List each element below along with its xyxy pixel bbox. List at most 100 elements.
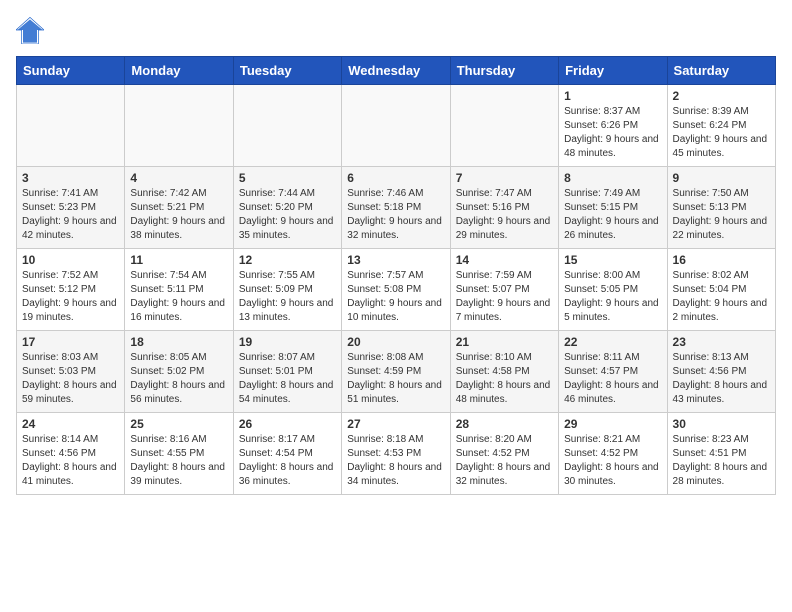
day-number: 10 bbox=[22, 253, 119, 267]
day-cell: 24 Sunrise: 8:14 AM Sunset: 4:56 PM Dayli… bbox=[17, 413, 125, 495]
day-info: Sunrise: 8:21 AM Sunset: 4:52 PM Dayligh… bbox=[564, 433, 661, 489]
day-cell: 11 Sunrise: 7:54 AM Sunset: 5:11 PM Dayli… bbox=[125, 249, 233, 331]
day-info: Sunrise: 7:46 AM Sunset: 5:18 PM Dayligh… bbox=[347, 187, 444, 243]
day-cell: 20 Sunrise: 8:08 AM Sunset: 4:59 PM Dayli… bbox=[342, 331, 450, 413]
day-number: 28 bbox=[456, 417, 553, 431]
day-cell: 9 Sunrise: 7:50 AM Sunset: 5:13 PM Daylig… bbox=[667, 167, 775, 249]
day-number: 24 bbox=[22, 417, 119, 431]
day-number: 29 bbox=[564, 417, 661, 431]
header-sunday: Sunday bbox=[17, 57, 125, 85]
header-saturday: Saturday bbox=[667, 57, 775, 85]
day-cell: 13 Sunrise: 7:57 AM Sunset: 5:08 PM Dayli… bbox=[342, 249, 450, 331]
day-cell: 28 Sunrise: 8:20 AM Sunset: 4:52 PM Dayli… bbox=[450, 413, 558, 495]
day-number: 19 bbox=[239, 335, 336, 349]
day-info: Sunrise: 8:13 AM Sunset: 4:56 PM Dayligh… bbox=[673, 351, 770, 407]
page-header bbox=[16, 16, 776, 44]
day-cell bbox=[17, 85, 125, 167]
day-info: Sunrise: 8:17 AM Sunset: 4:54 PM Dayligh… bbox=[239, 433, 336, 489]
week-row-1: 1 Sunrise: 8:37 AM Sunset: 6:26 PM Daylig… bbox=[17, 85, 776, 167]
day-cell: 17 Sunrise: 8:03 AM Sunset: 5:03 PM Dayli… bbox=[17, 331, 125, 413]
day-info: Sunrise: 7:42 AM Sunset: 5:21 PM Dayligh… bbox=[130, 187, 227, 243]
day-number: 23 bbox=[673, 335, 770, 349]
day-number: 2 bbox=[673, 89, 770, 103]
day-cell: 12Sunrise: 7:55 AM Sunset: 5:09 PM Dayli… bbox=[233, 249, 341, 331]
header-wednesday: Wednesday bbox=[342, 57, 450, 85]
week-row-2: 3 Sunrise: 7:41 AM Sunset: 5:23 PM Daylig… bbox=[17, 167, 776, 249]
day-info: Sunrise: 8:10 AM Sunset: 4:58 PM Dayligh… bbox=[456, 351, 553, 407]
day-cell: 7Sunrise: 7:47 AM Sunset: 5:16 PM Daylig… bbox=[450, 167, 558, 249]
day-number: 7 bbox=[456, 171, 553, 185]
day-number: 30 bbox=[673, 417, 770, 431]
day-number: 26 bbox=[239, 417, 336, 431]
day-number: 5 bbox=[239, 171, 336, 185]
day-info: Sunrise: 8:02 AM Sunset: 5:04 PM Dayligh… bbox=[673, 269, 770, 325]
day-info: Sunrise: 7:59 AM Sunset: 5:07 PM Dayligh… bbox=[456, 269, 553, 325]
day-info: Sunrise: 8:16 AM Sunset: 4:55 PM Dayligh… bbox=[130, 433, 227, 489]
day-cell: 30 Sunrise: 8:23 AM Sunset: 4:51 PM Dayli… bbox=[667, 413, 775, 495]
day-info: Sunrise: 7:57 AM Sunset: 5:08 PM Dayligh… bbox=[347, 269, 444, 325]
calendar: SundayMondayTuesdayWednesdayThursdayFrid… bbox=[16, 56, 776, 495]
day-number: 27 bbox=[347, 417, 444, 431]
day-number: 20 bbox=[347, 335, 444, 349]
day-number: 16 bbox=[673, 253, 770, 267]
day-number: 8 bbox=[564, 171, 661, 185]
day-info: Sunrise: 8:20 AM Sunset: 4:52 PM Dayligh… bbox=[456, 433, 553, 489]
header-thursday: Thursday bbox=[450, 57, 558, 85]
day-cell: 26 Sunrise: 8:17 AM Sunset: 4:54 PM Dayli… bbox=[233, 413, 341, 495]
day-cell: 27 Sunrise: 8:18 AM Sunset: 4:53 PM Dayli… bbox=[342, 413, 450, 495]
week-row-5: 24 Sunrise: 8:14 AM Sunset: 4:56 PM Dayli… bbox=[17, 413, 776, 495]
day-cell: 5 Sunrise: 7:44 AM Sunset: 5:20 PM Daylig… bbox=[233, 167, 341, 249]
day-cell bbox=[450, 85, 558, 167]
day-info: Sunrise: 8:37 AM Sunset: 6:26 PM Dayligh… bbox=[564, 105, 661, 161]
day-info: Sunrise: 7:54 AM Sunset: 5:11 PM Dayligh… bbox=[130, 269, 227, 325]
day-cell: 29 Sunrise: 8:21 AM Sunset: 4:52 PM Dayli… bbox=[559, 413, 667, 495]
day-number: 25 bbox=[130, 417, 227, 431]
day-info: Sunrise: 8:08 AM Sunset: 4:59 PM Dayligh… bbox=[347, 351, 444, 407]
day-info: Sunrise: 8:23 AM Sunset: 4:51 PM Dayligh… bbox=[673, 433, 770, 489]
day-cell: 10Sunrise: 7:52 AM Sunset: 5:12 PM Dayli… bbox=[17, 249, 125, 331]
day-info: Sunrise: 7:41 AM Sunset: 5:23 PM Dayligh… bbox=[22, 187, 119, 243]
day-info: Sunrise: 7:50 AM Sunset: 5:13 PM Dayligh… bbox=[673, 187, 770, 243]
day-cell: 21 Sunrise: 8:10 AM Sunset: 4:58 PM Dayli… bbox=[450, 331, 558, 413]
week-row-3: 10Sunrise: 7:52 AM Sunset: 5:12 PM Dayli… bbox=[17, 249, 776, 331]
day-cell: 4 Sunrise: 7:42 AM Sunset: 5:21 PM Daylig… bbox=[125, 167, 233, 249]
week-row-4: 17 Sunrise: 8:03 AM Sunset: 5:03 PM Dayli… bbox=[17, 331, 776, 413]
day-number: 14 bbox=[456, 253, 553, 267]
day-cell bbox=[233, 85, 341, 167]
day-info: Sunrise: 8:39 AM Sunset: 6:24 PM Dayligh… bbox=[673, 105, 770, 161]
header-tuesday: Tuesday bbox=[233, 57, 341, 85]
day-cell: 6Sunrise: 7:46 AM Sunset: 5:18 PM Daylig… bbox=[342, 167, 450, 249]
day-cell: 19 Sunrise: 8:07 AM Sunset: 5:01 PM Dayli… bbox=[233, 331, 341, 413]
header-monday: Monday bbox=[125, 57, 233, 85]
day-info: Sunrise: 8:14 AM Sunset: 4:56 PM Dayligh… bbox=[22, 433, 119, 489]
day-cell: 25 Sunrise: 8:16 AM Sunset: 4:55 PM Dayli… bbox=[125, 413, 233, 495]
day-number: 18 bbox=[130, 335, 227, 349]
day-cell: 1 Sunrise: 8:37 AM Sunset: 6:26 PM Daylig… bbox=[559, 85, 667, 167]
day-cell bbox=[342, 85, 450, 167]
day-info: Sunrise: 8:18 AM Sunset: 4:53 PM Dayligh… bbox=[347, 433, 444, 489]
day-cell: 16 Sunrise: 8:02 AM Sunset: 5:04 PM Dayli… bbox=[667, 249, 775, 331]
day-info: Sunrise: 8:00 AM Sunset: 5:05 PM Dayligh… bbox=[564, 269, 661, 325]
header-friday: Friday bbox=[559, 57, 667, 85]
day-info: Sunrise: 7:44 AM Sunset: 5:20 PM Dayligh… bbox=[239, 187, 336, 243]
day-number: 21 bbox=[456, 335, 553, 349]
day-number: 3 bbox=[22, 171, 119, 185]
day-number: 15 bbox=[564, 253, 661, 267]
day-info: Sunrise: 7:49 AM Sunset: 5:15 PM Dayligh… bbox=[564, 187, 661, 243]
day-cell: 22Sunrise: 8:11 AM Sunset: 4:57 PM Dayli… bbox=[559, 331, 667, 413]
day-cell: 15 Sunrise: 8:00 AM Sunset: 5:05 PM Dayli… bbox=[559, 249, 667, 331]
day-number: 17 bbox=[22, 335, 119, 349]
day-info: Sunrise: 8:07 AM Sunset: 5:01 PM Dayligh… bbox=[239, 351, 336, 407]
day-number: 11 bbox=[130, 253, 227, 267]
day-number: 4 bbox=[130, 171, 227, 185]
calendar-header-row: SundayMondayTuesdayWednesdayThursdayFrid… bbox=[17, 57, 776, 85]
day-cell: 18 Sunrise: 8:05 AM Sunset: 5:02 PM Dayli… bbox=[125, 331, 233, 413]
day-cell: 23 Sunrise: 8:13 AM Sunset: 4:56 PM Dayli… bbox=[667, 331, 775, 413]
day-info: Sunrise: 8:03 AM Sunset: 5:03 PM Dayligh… bbox=[22, 351, 119, 407]
day-info: Sunrise: 8:05 AM Sunset: 5:02 PM Dayligh… bbox=[130, 351, 227, 407]
day-cell: 8 Sunrise: 7:49 AM Sunset: 5:15 PM Daylig… bbox=[559, 167, 667, 249]
day-number: 1 bbox=[564, 89, 661, 103]
day-number: 13 bbox=[347, 253, 444, 267]
day-info: Sunrise: 7:55 AM Sunset: 5:09 PM Dayligh… bbox=[239, 269, 336, 325]
day-number: 9 bbox=[673, 171, 770, 185]
